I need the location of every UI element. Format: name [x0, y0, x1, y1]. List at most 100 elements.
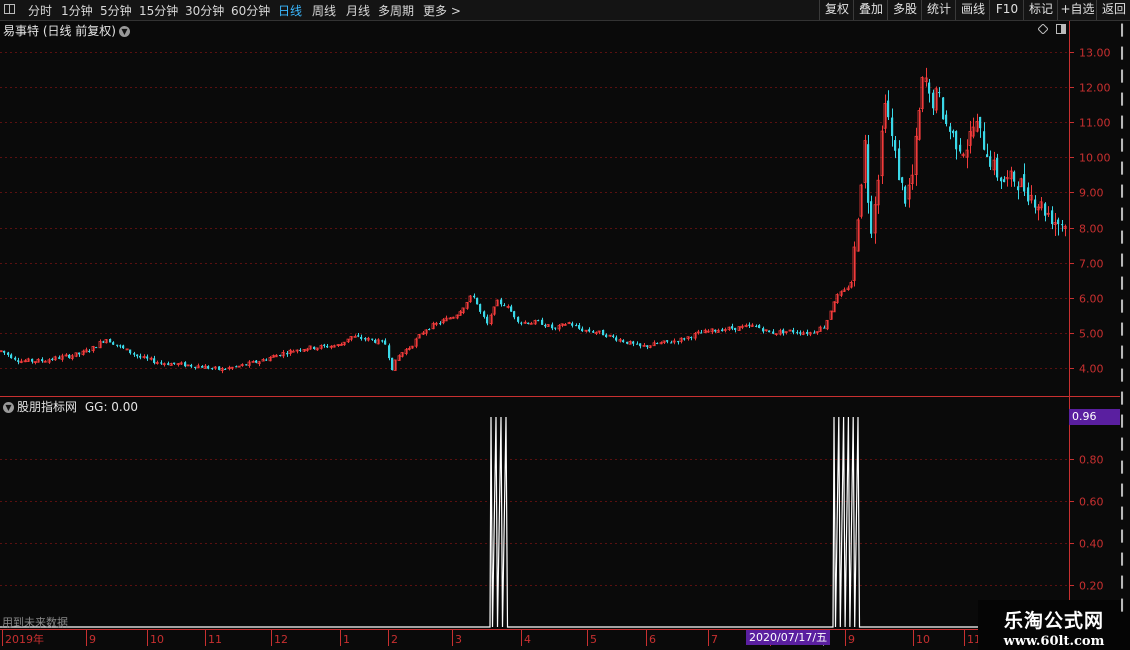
candle-body: [473, 295, 476, 298]
tab-period[interactable]: 30分钟: [185, 2, 224, 19]
toolbar-button[interactable]: 返回: [1096, 0, 1130, 20]
candle-body: [374, 339, 377, 343]
candle-body: [612, 335, 615, 337]
tab-period[interactable]: 5分钟: [100, 2, 132, 19]
candle-body: [207, 366, 210, 369]
candle-body: [245, 364, 248, 366]
y-tick-label: 0.80: [1079, 454, 1104, 467]
diamond-icon[interactable]: [1038, 24, 1048, 34]
side-strip-glyph: ▎: [1121, 576, 1130, 589]
candle-body: [938, 92, 941, 94]
candle-body: [823, 327, 826, 329]
toolbar-button[interactable]: 多股: [887, 0, 922, 20]
tab-period[interactable]: 1分钟: [61, 2, 93, 19]
candle-body: [656, 342, 659, 344]
chevron-down-icon[interactable]: ▼: [3, 402, 14, 413]
candle-body: [173, 362, 176, 364]
window-icon[interactable]: [1056, 24, 1066, 34]
candle-body: [360, 336, 363, 339]
toolbar-button[interactable]: 画线: [955, 0, 990, 20]
y-tick-label: 5.00: [1079, 328, 1104, 341]
candle-body: [1013, 171, 1016, 182]
side-strip-glyph: ▎: [1121, 507, 1130, 520]
indicator-name: 股朋指标网: [17, 400, 78, 414]
candle-body: [510, 306, 513, 312]
x-tick-label: 11: [208, 633, 222, 646]
candle-body: [483, 311, 486, 317]
toolbar-button[interactable]: 统计: [921, 0, 956, 20]
candle-body: [119, 345, 122, 347]
candle-body: [479, 304, 482, 312]
candle-body: [639, 343, 642, 347]
candle-body: [122, 345, 125, 349]
candle-body: [636, 343, 639, 345]
tab-period[interactable]: 日线: [278, 2, 302, 19]
chevron-down-icon[interactable]: ▼: [119, 26, 130, 37]
side-strip-glyph: ▎: [1121, 231, 1130, 244]
candle-body: [578, 325, 581, 329]
candle-body: [945, 114, 948, 124]
x-tick-label: 4: [524, 633, 531, 646]
tab-period[interactable]: 分时: [28, 2, 52, 19]
tab-period[interactable]: 月线: [346, 2, 370, 19]
candle-body: [116, 344, 119, 346]
candle-body: [996, 157, 999, 178]
candle-body: [792, 330, 795, 333]
candle-body: [626, 341, 629, 344]
toolbar-button[interactable]: +自选: [1057, 0, 1097, 20]
candle-body: [870, 201, 873, 234]
candle-body: [1051, 210, 1054, 225]
candle-body: [894, 140, 897, 151]
tab-period[interactable]: 15分钟: [139, 2, 178, 19]
candle-body: [500, 299, 503, 305]
kline-chart[interactable]: 13.00 12.00 11.00 10.00 9.00 8.00 7.00 6.00 5.00…: [0, 0, 1130, 650]
candle-body: [7, 352, 10, 355]
y-tick-label: 7.00: [1079, 258, 1104, 271]
side-strip-glyph: ▎: [1121, 47, 1130, 60]
side-strip-glyph: ▎: [1121, 277, 1130, 290]
side-strip-glyph: ▎: [1121, 70, 1130, 83]
candle-body: [575, 325, 578, 327]
x-tick-label: 5: [590, 633, 597, 646]
candle-body: [31, 358, 34, 362]
toolbar-button[interactable]: 标记: [1023, 0, 1058, 20]
stock-title-text: 易事特 (日线 前复权): [3, 24, 116, 38]
side-strip-glyph: ▎: [1121, 300, 1130, 313]
toolbar-button[interactable]: F10: [989, 0, 1024, 20]
side-strip-glyph: ▎: [1121, 461, 1130, 474]
candle-body: [112, 342, 115, 345]
indicator-title[interactable]: ▼ 股朋指标网 GG: 0.00: [3, 398, 138, 415]
candle-body: [670, 342, 673, 344]
candle-body: [41, 359, 44, 362]
tab-period[interactable]: 多周期: [378, 2, 414, 19]
candle-body: [768, 330, 771, 333]
candle-body: [683, 338, 686, 340]
x-tick-label: 6: [649, 633, 656, 646]
candle-body: [537, 320, 540, 322]
y-tick-label: 10.00: [1079, 152, 1111, 165]
side-strip-glyph: ▎: [1121, 93, 1130, 106]
candle-body: [190, 364, 193, 367]
x-tick-label: 2019年: [5, 632, 44, 646]
candle-body: [95, 347, 98, 349]
side-strip-glyph: ▎: [1121, 346, 1130, 359]
candle-body: [146, 356, 149, 359]
y-tick-label: 4.00: [1079, 363, 1104, 376]
tab-period[interactable]: 更多 >: [423, 2, 461, 19]
toolbar-button[interactable]: 复权: [819, 0, 854, 20]
candle-body: [544, 325, 547, 327]
candle-body: [1017, 186, 1020, 191]
candle-body: [887, 100, 890, 118]
tab-period[interactable]: 60分钟: [231, 2, 270, 19]
candle-body: [952, 130, 955, 134]
x-tick-label: 10: [150, 633, 164, 646]
toolbar-button[interactable]: 叠加: [853, 0, 888, 20]
side-panel-strip: ▎ ▎ ▎ ▎ ▎ ▎ ▎ ▎ ▎ ▎ ▎ ▎ ▎ ▎ ▎ ▎ ▎ ▎ ▎ ▎ ▎ ▎ ▎ ▎ ▎ ▎: [1121, 20, 1130, 630]
tab-period[interactable]: 周线: [312, 2, 336, 19]
candle-body: [714, 329, 717, 332]
candle-body: [891, 117, 894, 137]
menu-icon[interactable]: [4, 4, 15, 14]
candle-body: [224, 368, 227, 370]
stock-title[interactable]: 易事特 (日线 前复权) ▼: [3, 22, 130, 39]
side-strip-glyph: ▎: [1121, 599, 1130, 612]
